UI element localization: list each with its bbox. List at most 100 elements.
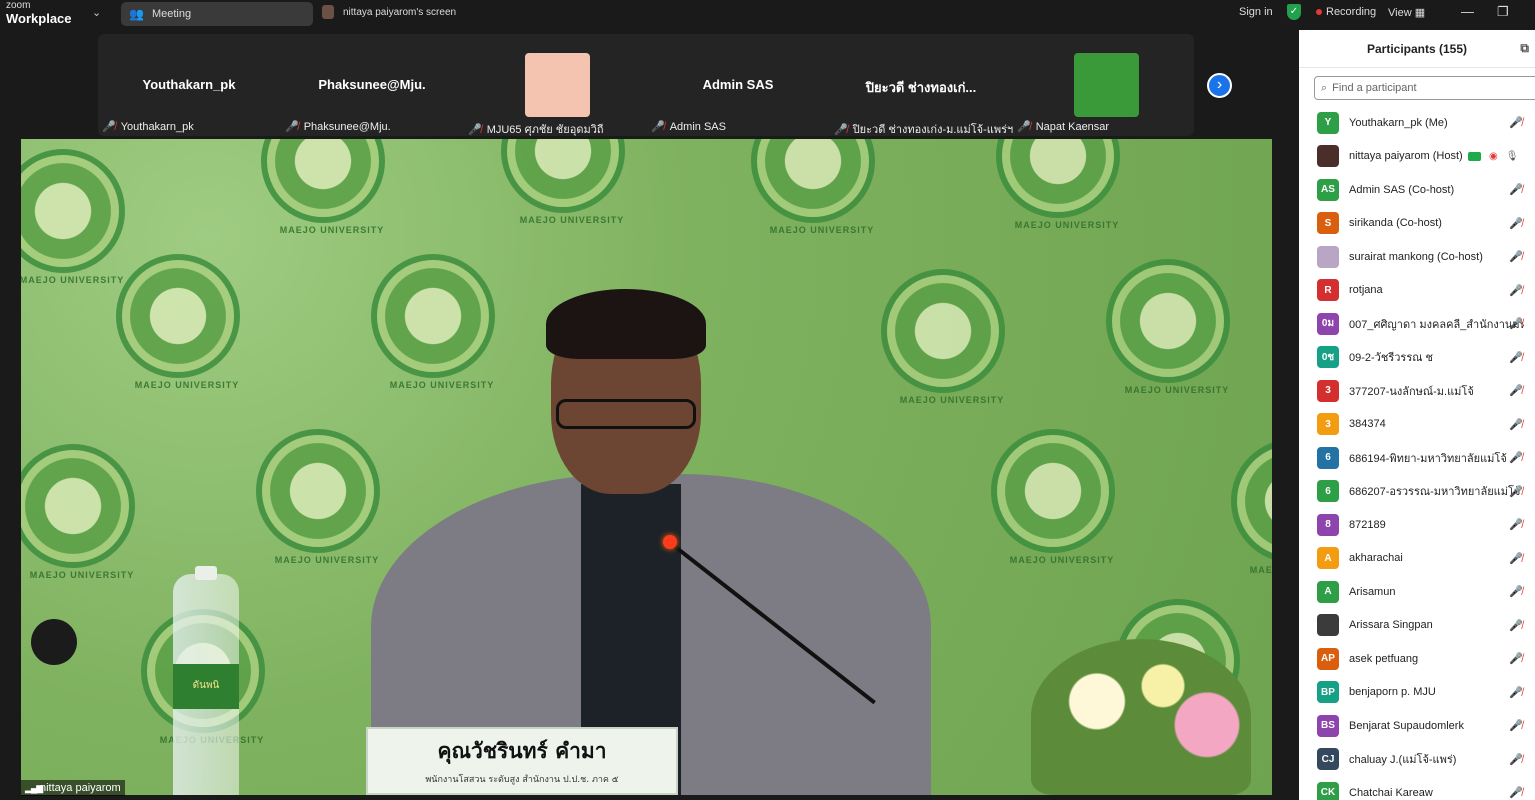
avatar: 3 xyxy=(1317,413,1339,436)
participant-name: rotjana xyxy=(1349,284,1383,297)
avatar: CJ xyxy=(1317,748,1339,771)
avatar xyxy=(322,5,334,19)
participant-tile[interactable]: Youthakarn_pk 🎤̸ Youthakarn_pk xyxy=(98,34,280,136)
minimize-icon[interactable]: — xyxy=(1461,4,1474,19)
mic-muted-icon[interactable]: 🎤̸ xyxy=(1509,585,1523,598)
participant-row[interactable]: 8 872189 🎤̸ xyxy=(1299,508,1535,542)
recording-indicator[interactable]: Recording xyxy=(1316,6,1376,18)
participant-row[interactable]: R rotjana 🎤̸ xyxy=(1299,274,1535,308)
mic-muted-icon[interactable]: 🎤̸ xyxy=(1509,418,1523,431)
avatar: BP xyxy=(1317,681,1339,704)
tile-label: 🎤̸ Admin SAS xyxy=(651,120,726,134)
tile-label-text: Youthakarn_pk xyxy=(120,120,194,133)
participants-header: Participants (155) ⧉ xyxy=(1299,30,1535,68)
mic-muted-icon[interactable]: 🎤̸ xyxy=(1509,552,1523,565)
pop-out-icon[interactable]: ⧉ xyxy=(1520,41,1529,56)
participant-row[interactable]: 0ม 007_ศศิญาดา มงคลคลี_สำนักงานมหาวิท...🎤… xyxy=(1299,307,1535,341)
participant-row[interactable]: AP asek petfuang 🎤̸ xyxy=(1299,642,1535,676)
participant-row[interactable]: BP benjaporn p. MJU 🎤̸ xyxy=(1299,676,1535,710)
participant-tile[interactable]: 🎤̸ MJU65 ศุภชัย ชัยอุดมวิถี xyxy=(464,34,646,136)
security-shield-icon[interactable]: ✓ xyxy=(1287,4,1301,20)
participant-row[interactable]: Arissara Singpan 🎤̸ xyxy=(1299,609,1535,643)
participant-row[interactable]: 3 377207-นงลักษณ์-ม.แม่โจ้ 🎤̸ xyxy=(1299,374,1535,408)
mic-muted-icon[interactable]: 🎤̸ xyxy=(1509,351,1523,364)
avatar: R xyxy=(1317,279,1339,302)
participant-row[interactable]: 6 686194-พิทยา-มหาวิทยาลัยแม่โจ้ 🎤̸ xyxy=(1299,441,1535,475)
tab-shared-screen[interactable]: nittaya paiyarom's screen xyxy=(322,5,456,19)
tile-label: 🎤̸ Youthakarn_pk xyxy=(102,120,194,134)
participant-tile[interactable]: Admin SAS 🎤̸ Admin SAS xyxy=(647,34,829,136)
nameplate-name: คุณวัชรินทร์ คำมา xyxy=(437,739,607,763)
participant-name: akharachai xyxy=(1349,552,1403,565)
participant-row[interactable]: surairat mankong (Co-host) 🎤̸ xyxy=(1299,240,1535,274)
avatar xyxy=(1317,614,1339,637)
chevron-down-icon[interactable]: ⌄ xyxy=(92,6,101,19)
mic-muted-icon[interactable]: 🎤̸ xyxy=(1509,485,1523,498)
participant-name: Arisamun xyxy=(1349,585,1396,598)
participant-tile[interactable]: ปิยะวดี ช่างทองเก่... 🎤̸ ปิยะวดี ช่างทองเ… xyxy=(830,34,1014,136)
avatar: 0ม xyxy=(1317,312,1339,335)
mic-muted-icon[interactable]: 🎤̸ xyxy=(1509,518,1523,531)
participant-row[interactable]: AS Admin SAS (Co-host) 🎤̸ xyxy=(1299,173,1535,207)
restore-icon[interactable]: ❐ xyxy=(1497,4,1509,20)
search-placeholder: Find a participant xyxy=(1332,82,1417,94)
participant-name: 872189 xyxy=(1349,518,1386,531)
avatar: 8 xyxy=(1317,513,1339,536)
participant-row[interactable]: 0ช 09-2-วัชรีวรรณ ช 🎤̸ xyxy=(1299,341,1535,375)
mic-muted-icon[interactable]: 🎤̸ xyxy=(1509,217,1523,230)
participant-name: benjaporn p. MJU xyxy=(1349,686,1436,699)
app-logo: zoom Workplace xyxy=(6,0,72,26)
participant-row[interactable]: A Arisamun 🎤̸ xyxy=(1299,575,1535,609)
avatar: S xyxy=(1317,212,1339,235)
avatar: 6 xyxy=(1317,446,1339,469)
participant-row[interactable]: Y Youthakarn_pk (Me) 🎤̸ xyxy=(1299,106,1535,140)
avatar: CK xyxy=(1317,781,1339,800)
mic-muted-icon[interactable]: 🎤̸ xyxy=(1509,317,1523,330)
host-status-icons: ◉ 🎙 xyxy=(1468,151,1518,162)
participant-row[interactable]: CK Chatchai Kareaw 🎤̸ xyxy=(1299,776,1535,800)
tile-name: Youthakarn_pk xyxy=(142,77,236,92)
desk-microphone xyxy=(31,619,77,665)
mic-muted-icon[interactable]: 🎤̸ xyxy=(1509,116,1523,129)
participant-tile[interactable]: Phaksunee@Mju. 🎤̸ Phaksunee@Mju. xyxy=(281,34,463,136)
participants-title: Participants (155) xyxy=(1366,41,1468,56)
mic-muted-icon[interactable]: 🎤̸ xyxy=(1509,384,1523,397)
mic-muted-icon[interactable]: 🎤̸ xyxy=(1509,451,1523,464)
participant-row[interactable]: Ssirikanda (Co-host) 🎤̸ xyxy=(1299,207,1535,241)
participant-name: asek petfuang xyxy=(1349,652,1419,665)
participant-row[interactable]: 6 686207-อรวรรณ-มหาวิทยาลัยแม่โจ้ 🎤̸ xyxy=(1299,475,1535,509)
avatar: A xyxy=(1317,547,1339,570)
mic-muted-icon[interactable]: 🎤̸ xyxy=(1509,250,1523,263)
view-label: View xyxy=(1388,7,1412,19)
avatar: Y xyxy=(1317,111,1339,134)
avatar xyxy=(1317,145,1339,168)
participant-name: Arissara Singpan xyxy=(1349,619,1433,632)
view-button[interactable]: View ▦ xyxy=(1388,6,1425,19)
participant-video xyxy=(525,53,590,117)
participant-row[interactable]: Aakharachai 🎤̸ xyxy=(1299,542,1535,576)
avatar: 3 xyxy=(1317,379,1339,402)
participant-row[interactable]: 3 384374 🎤̸ xyxy=(1299,408,1535,442)
sign-in-button[interactable]: Sign in xyxy=(1239,6,1273,18)
search-input[interactable]: ⌕ Find a participant xyxy=(1314,76,1535,100)
participant-name: Benjarat Supaudomlerk xyxy=(1349,719,1464,732)
participant-row[interactable]: BS Benjarat Supaudomlerk 🎤̸ xyxy=(1299,709,1535,743)
mic-muted-icon[interactable]: 🎤̸ xyxy=(1509,183,1523,196)
tile-label-text: ปิยะวดี ช่างทองเก่ง-ม.แม่โจ้-แพร่ฯ xyxy=(852,124,1014,136)
tab-meeting-label: Meeting xyxy=(151,8,192,20)
mic-muted-icon[interactable]: 🎤̸ xyxy=(1509,786,1523,799)
next-page-button[interactable]: › xyxy=(1207,73,1232,98)
participant-name: 09-2-วัชรีวรรณ ช xyxy=(1349,352,1433,365)
tab-meeting[interactable]: 👥 Meeting xyxy=(121,2,313,26)
participant-name: sirikanda (Co-host) xyxy=(1349,217,1442,230)
mic-muted-icon[interactable]: 🎤̸ xyxy=(1509,753,1523,766)
mic-muted-icon[interactable]: 🎤̸ xyxy=(1509,284,1523,297)
mic-muted-icon[interactable]: 🎤̸ xyxy=(1509,619,1523,632)
tile-label: 🎤̸ Phaksunee@Mju. xyxy=(285,120,391,134)
mic-muted-icon[interactable]: 🎤̸ xyxy=(1509,719,1523,732)
mic-muted-icon[interactable]: 🎤̸ xyxy=(1509,686,1523,699)
participant-row[interactable]: nittaya paiyarom (Host) ◉ 🎙 xyxy=(1299,140,1535,174)
participant-row[interactable]: CJ chaluay J.(แม่โจ้-แพร่) 🎤̸ xyxy=(1299,743,1535,777)
mic-muted-icon[interactable]: 🎤̸ xyxy=(1509,652,1523,665)
participant-tile[interactable]: 🎤̸ Napat Kaensar xyxy=(1013,34,1195,136)
